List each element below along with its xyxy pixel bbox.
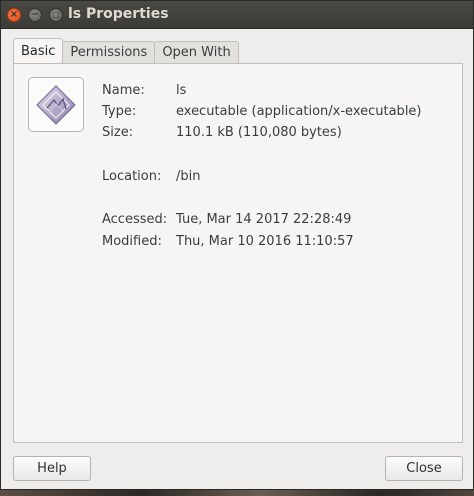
tab-open-with[interactable]: Open With [154,41,239,63]
modified-row: Modified: Thu, Mar 10 2016 11:10:57 [102,234,354,249]
help-button[interactable]: Help [13,456,91,481]
tab-basic[interactable]: Basic [13,38,64,63]
size-row: Size: 110.1 kB (110,080 bytes) [102,125,342,140]
modified-value: Thu, Mar 10 2016 11:10:57 [176,234,354,249]
name-value: ls [176,83,187,98]
basic-panel: Name: ls Type: executable (application/x… [13,63,463,443]
close-icon: × [9,8,19,20]
window-title: ls Properties [68,6,169,22]
location-value: /bin [176,169,201,184]
type-row: Type: executable (application/x-executab… [102,104,422,119]
name-label: Name: [102,83,145,98]
modified-label: Modified: [102,234,162,249]
executable-file-icon [36,84,76,125]
accessed-row: Accessed: Tue, Mar 14 2017 22:28:49 [102,212,351,227]
tab-permissions[interactable]: Permissions [62,41,156,63]
minimize-icon: − [30,8,40,20]
maximize-icon: □ [52,9,60,19]
accessed-value: Tue, Mar 14 2017 22:28:49 [176,212,352,227]
minimize-window-button[interactable]: − [28,7,42,22]
file-icon-frame[interactable] [28,77,84,132]
location-row: Location: /bin [102,169,200,184]
tab-bar: Basic Permissions Open With [13,38,239,63]
properties-window: × − □ ls Properties Basic Permissions Op… [0,0,474,490]
accessed-label: Accessed: [102,212,168,227]
name-row: Name: ls [102,83,186,98]
size-value: 110.1 kB (110,080 bytes) [176,125,342,140]
location-label: Location: [102,169,162,184]
type-label: Type: [102,104,137,119]
type-value: executable (application/x-executable) [176,104,422,119]
close-button[interactable]: Close [385,456,463,481]
maximize-window-button[interactable]: □ [49,7,63,22]
size-label: Size: [102,125,134,140]
desktop-background-strip [0,490,474,496]
title-bar[interactable]: × − □ ls Properties [1,1,473,29]
close-window-button[interactable]: × [7,7,21,22]
